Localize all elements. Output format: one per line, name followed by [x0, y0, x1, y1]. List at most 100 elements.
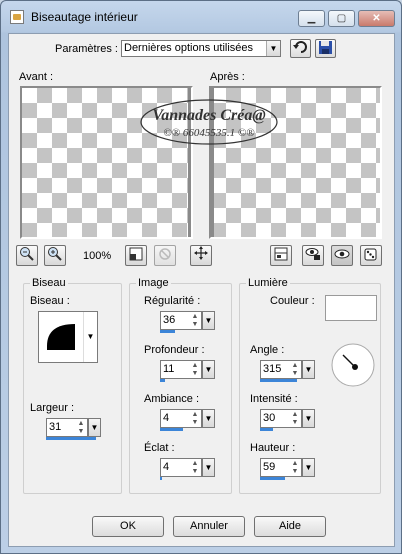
- light-field-level-bar: [260, 477, 285, 480]
- zoom-out-button[interactable]: [16, 245, 38, 266]
- reset-button[interactable]: [290, 39, 311, 58]
- ok-button[interactable]: OK: [92, 516, 164, 537]
- image-group-title: Image: [136, 277, 171, 289]
- image-field-value: 11: [163, 363, 175, 375]
- light-field-value: 30: [263, 412, 276, 424]
- chevron-down-icon[interactable]: ▼: [202, 458, 215, 477]
- params-select[interactable]: Dernières options utilisées ▼: [121, 40, 281, 57]
- spin-arrows-icon[interactable]: ▲ ▼: [189, 362, 201, 379]
- bevel-shape-select[interactable]: ▼: [38, 311, 98, 363]
- maximize-button[interactable]: ▢: [328, 10, 355, 27]
- width-input[interactable]: 31 ▲ ▼: [46, 418, 88, 437]
- spin-arrows-icon[interactable]: ▲ ▼: [189, 460, 201, 477]
- light-field-input[interactable]: 59 ▲ ▼: [260, 458, 302, 477]
- width-spinner[interactable]: 31 ▲ ▼ ▼: [46, 418, 102, 440]
- chevron-down-icon[interactable]: ▼: [266, 41, 280, 56]
- chevron-down-icon[interactable]: ▼: [83, 312, 97, 362]
- zoom-level: 100%: [83, 250, 112, 262]
- image-field-label-2: Ambiance :: [144, 393, 200, 405]
- chevron-down-icon[interactable]: ▼: [202, 311, 215, 330]
- cancel-button[interactable]: Annuler: [173, 516, 245, 537]
- undo-arrow-icon: [293, 41, 307, 53]
- spin-arrows-icon[interactable]: ▲ ▼: [289, 362, 301, 379]
- spin-arrows-icon[interactable]: ▲ ▼: [189, 411, 201, 428]
- light-group: Lumière Couleur : Angle :315 ▲ ▼ ▼ Intensité…: [239, 277, 381, 494]
- width-value: 31: [49, 421, 62, 433]
- image-group: Image Régularité :36 ▲ ▼ ▼ Profondeur :11 ▲ ▼ ▼…: [129, 277, 232, 494]
- light-group-title: Lumière: [246, 277, 290, 289]
- light-field-value: 315: [263, 363, 282, 375]
- image-field-level-bar: [160, 330, 175, 333]
- bevel-group-title: Biseau: [30, 277, 68, 289]
- bevel-shape-label: Biseau :: [30, 295, 70, 307]
- color-label: Couleur :: [270, 295, 315, 307]
- eye-lock-icon: [305, 248, 320, 260]
- image-field-input[interactable]: 4 ▲ ▼: [160, 458, 202, 477]
- image-field-level-bar: [160, 428, 183, 431]
- params-value: Dernières options utilisées: [124, 42, 254, 54]
- chevron-down-icon[interactable]: ▼: [202, 409, 215, 428]
- before-label: Avant :: [19, 71, 54, 83]
- preview-window-icon: [274, 247, 288, 261]
- light-field-value: 59: [263, 461, 276, 473]
- spin-arrows-icon[interactable]: ▲ ▼: [189, 313, 201, 330]
- help-button[interactable]: Aide: [254, 516, 326, 537]
- light-field-input[interactable]: 315 ▲ ▼: [260, 360, 302, 379]
- light-field-level-bar: [260, 428, 273, 431]
- image-field-spinner-2[interactable]: 4 ▲ ▼ ▼: [160, 409, 216, 431]
- light-field-label-0: Angle :: [250, 344, 285, 356]
- image-field-spinner-0[interactable]: 36 ▲ ▼ ▼: [160, 311, 216, 333]
- spin-arrows-icon[interactable]: ▲ ▼: [75, 420, 87, 437]
- light-field-spinner-1[interactable]: 30 ▲ ▼ ▼: [260, 409, 316, 431]
- chevron-down-icon[interactable]: ▼: [302, 458, 315, 477]
- image-field-level-bar: [160, 379, 165, 382]
- fit-window-icon: [129, 247, 143, 261]
- bevel-group: Biseau Biseau : ▼ Largeur : 31 ▲ ▼ ▼: [23, 277, 122, 494]
- dialog-body: Paramètres : Dernières options utilisées…: [8, 33, 395, 547]
- fit-view-button[interactable]: [125, 245, 147, 266]
- image-field-label-0: Régularité :: [144, 295, 201, 307]
- zoom-in-icon: [48, 247, 62, 261]
- zoom-out-icon: [20, 247, 34, 261]
- after-preview[interactable]: [209, 86, 382, 239]
- chevron-down-icon[interactable]: ▼: [88, 418, 101, 437]
- light-field-spinner-2[interactable]: 59 ▲ ▼ ▼: [260, 458, 316, 480]
- light-field-level-bar: [260, 379, 297, 382]
- image-field-input[interactable]: 4 ▲ ▼: [160, 409, 202, 428]
- image-field-input[interactable]: 11 ▲ ▼: [160, 360, 202, 379]
- title-bar[interactable]: Biseautage intérieur ▁ ▢ ✕: [1, 1, 401, 33]
- image-field-input[interactable]: 36 ▲ ▼: [160, 311, 202, 330]
- chevron-down-icon[interactable]: ▼: [202, 360, 215, 379]
- angle-dial[interactable]: [328, 342, 378, 388]
- params-label: Paramètres :: [55, 43, 118, 55]
- chevron-down-icon[interactable]: ▼: [302, 409, 315, 428]
- move-arrows-icon: [194, 246, 208, 260]
- spin-arrows-icon[interactable]: ▲ ▼: [289, 460, 301, 477]
- chevron-down-icon[interactable]: ▼: [302, 360, 315, 379]
- before-preview[interactable]: [20, 86, 193, 239]
- save-preset-button[interactable]: [315, 39, 336, 58]
- close-button[interactable]: ✕: [358, 10, 395, 27]
- image-field-spinner-1[interactable]: 11 ▲ ▼ ▼: [160, 360, 216, 382]
- minimize-button[interactable]: ▁: [298, 10, 325, 27]
- color-swatch[interactable]: [325, 295, 377, 321]
- preview-toggle-button[interactable]: [270, 245, 292, 266]
- image-field-spinner-3[interactable]: 4 ▲ ▼ ▼: [160, 458, 216, 480]
- disabled-circle-icon: [159, 248, 171, 260]
- eye-icon: [334, 249, 350, 259]
- pan-button[interactable]: [190, 245, 212, 266]
- randomize-button[interactable]: [360, 245, 382, 266]
- auto-preview-button[interactable]: [331, 245, 353, 266]
- zoom-in-button[interactable]: [44, 245, 66, 266]
- light-field-input[interactable]: 30 ▲ ▼: [260, 409, 302, 428]
- window-title: Biseautage intérieur: [31, 10, 138, 24]
- lock-preview-button[interactable]: [302, 245, 324, 266]
- image-field-value: 36: [163, 314, 176, 326]
- light-field-label-2: Hauteur :: [250, 442, 296, 454]
- bevel-shape-icon: [47, 324, 75, 350]
- width-level-bar: [46, 437, 96, 440]
- spin-arrows-icon[interactable]: ▲ ▼: [289, 411, 301, 428]
- reset-view-button[interactable]: [154, 245, 176, 266]
- dice-icon: [364, 248, 377, 261]
- light-field-spinner-0[interactable]: 315 ▲ ▼ ▼: [260, 360, 316, 382]
